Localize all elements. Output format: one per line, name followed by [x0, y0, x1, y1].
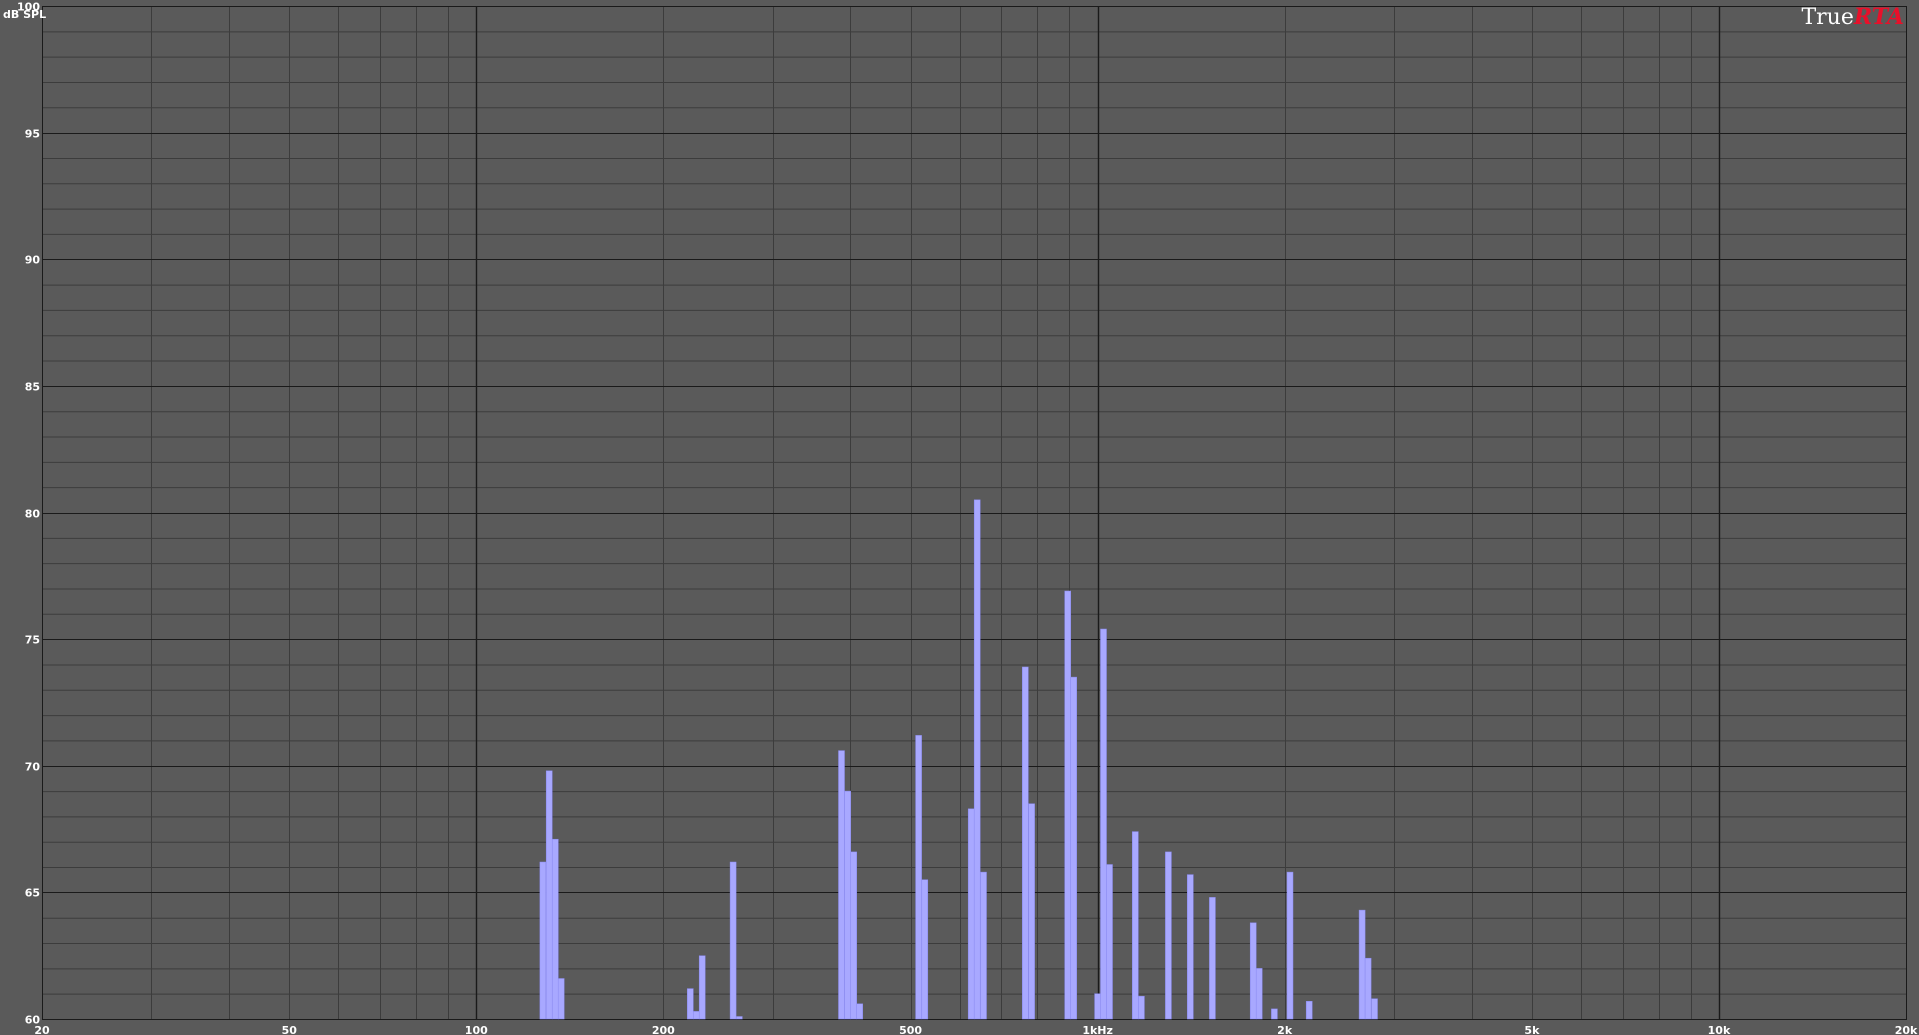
spectrum-bar	[915, 735, 922, 1020]
spectrum-bar	[1271, 1008, 1278, 1020]
x-tick-label: 1kHz	[1082, 1024, 1113, 1035]
spectrum-bar	[698, 955, 706, 1020]
spectrum-bar	[1209, 897, 1216, 1020]
spectrum-bar	[1187, 874, 1194, 1020]
y-tick-label: 90	[25, 254, 41, 267]
spectrum-bar	[545, 770, 553, 1020]
x-tick-label: 20	[34, 1024, 50, 1035]
spectrum-bar	[552, 838, 559, 1020]
y-axis-unit-label: dB SPL	[3, 8, 46, 21]
x-tick-label: 100	[465, 1024, 488, 1035]
spectrum-bar	[687, 988, 694, 1020]
spectrum-bar	[921, 879, 929, 1020]
y-tick-label: 75	[25, 634, 40, 647]
spectrum-bar	[1255, 968, 1263, 1020]
spectrum-bar	[557, 978, 565, 1020]
y-tick-label: 70	[25, 761, 41, 774]
x-tick-label: 50	[282, 1024, 298, 1035]
spectrum-bar	[1165, 851, 1172, 1020]
spectrum-bar	[1249, 922, 1257, 1020]
x-tick-label: 20k	[1895, 1024, 1918, 1035]
x-tick-label: 5k	[1524, 1024, 1540, 1035]
spectrum-bar	[1305, 1001, 1313, 1020]
spectrum-bar	[1371, 998, 1378, 1020]
y-tick-label: 95	[25, 128, 40, 141]
spectrum-bar	[1106, 864, 1113, 1020]
spectrum-bar	[838, 750, 845, 1020]
x-tick-label: 10k	[1708, 1024, 1731, 1035]
spectrum-bar	[729, 861, 737, 1020]
spectrum-bar	[856, 1003, 863, 1020]
spectrum-bar	[1070, 676, 1077, 1020]
spectrum-bar	[693, 1011, 700, 1020]
y-tick-label: 85	[25, 381, 40, 394]
spectrum-bar	[980, 871, 987, 1020]
x-tick-label: 200	[652, 1024, 675, 1035]
truerta-logo: TrueRTA	[1801, 4, 1904, 30]
spectrum-bar	[539, 861, 547, 1020]
spectrum-bar	[1100, 628, 1107, 1020]
logo-true-text: True	[1801, 5, 1853, 30]
spectrum-bar	[850, 851, 857, 1020]
spectrum-bar	[1094, 993, 1101, 1020]
rta-spectrum-chart: 6065707580859095100 20 50 100 200 500 1kHz 2k 5…	[0, 0, 1919, 1035]
spectrum-bar	[1022, 666, 1029, 1020]
y-tick-label: 65	[25, 887, 40, 900]
spectrum-bar	[1138, 995, 1145, 1020]
spectrum-bar	[973, 499, 981, 1020]
spectrum-bar	[844, 790, 851, 1020]
y-tick-label: 80	[25, 508, 41, 521]
x-tick-label: 500	[899, 1024, 922, 1035]
spectrum-bar	[1064, 590, 1071, 1020]
spectrum-bar	[1358, 909, 1366, 1020]
x-tick-label: 2k	[1277, 1024, 1293, 1035]
logo-rta-text: RTA	[1853, 4, 1904, 30]
spectrum-bar	[736, 1016, 743, 1020]
spectrum-bar	[1364, 957, 1372, 1020]
plot-background	[0, 0, 1919, 1035]
spectrum-bar	[1286, 871, 1294, 1020]
spectrum-bar	[1028, 803, 1035, 1020]
spectrum-bar	[1132, 831, 1139, 1020]
spectrum-bar	[967, 808, 975, 1020]
